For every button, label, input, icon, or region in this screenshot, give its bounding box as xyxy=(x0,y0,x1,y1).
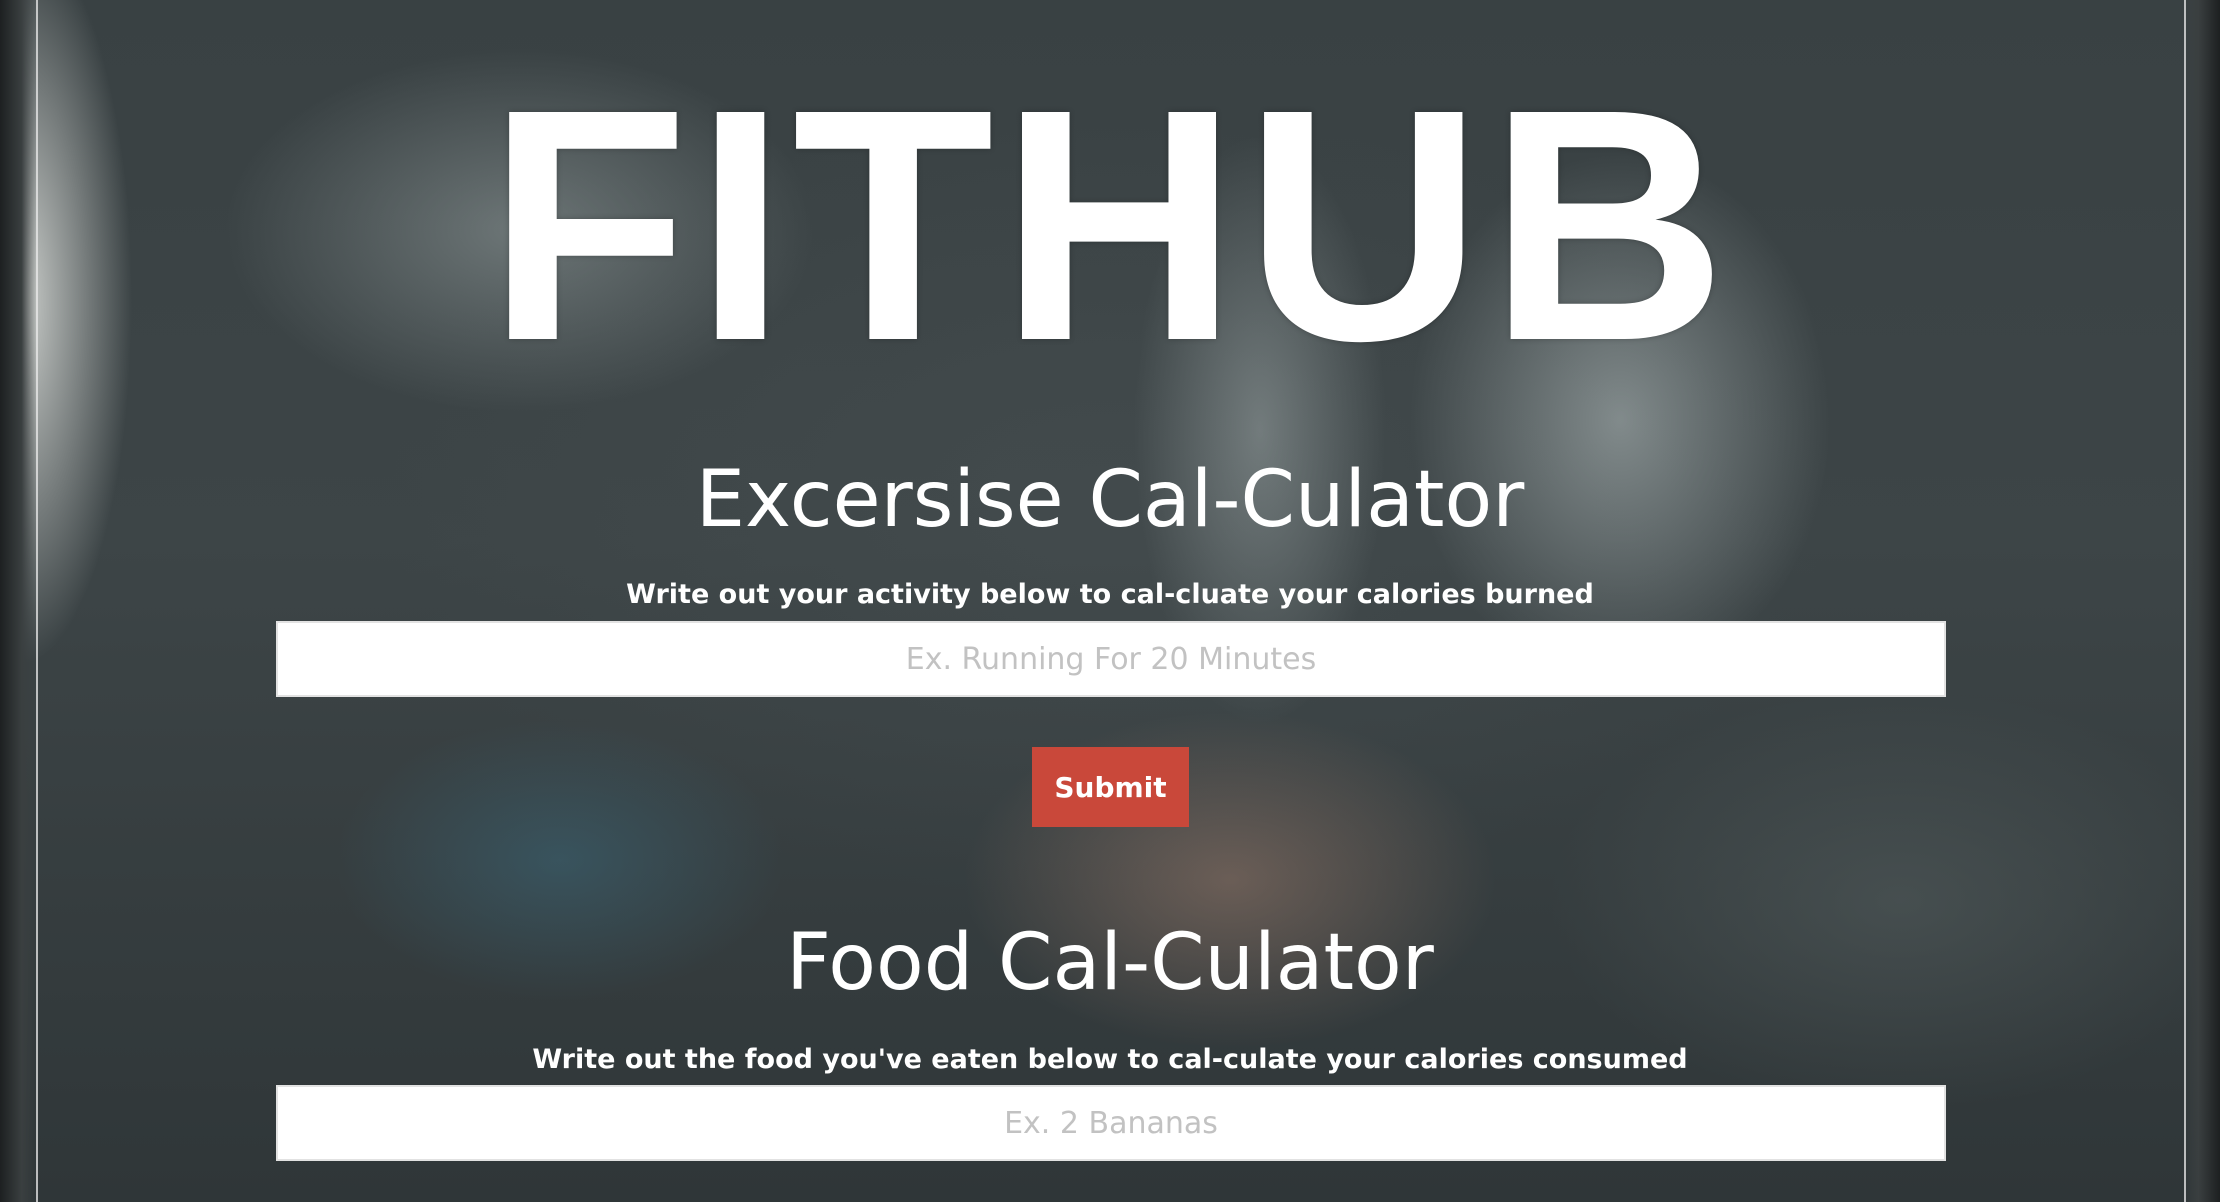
exercise-calculator-title: Excersise Cal-Culator xyxy=(695,455,1525,545)
exercise-calculator-description: Write out your activity below to cal-clu… xyxy=(626,579,1594,610)
submit-button[interactable]: Submit xyxy=(1032,747,1189,827)
activity-input[interactable] xyxy=(276,621,1946,697)
fithub-logo: FITHUB xyxy=(487,40,1733,409)
food-calculator-title: Food Cal-Culator xyxy=(786,918,1434,1008)
main-content: FITHUB Excersise Cal-Culator Write out y… xyxy=(0,0,2220,1202)
food-input[interactable] xyxy=(276,1085,1946,1161)
food-calculator-description: Write out the food you've eaten below to… xyxy=(532,1044,1688,1075)
